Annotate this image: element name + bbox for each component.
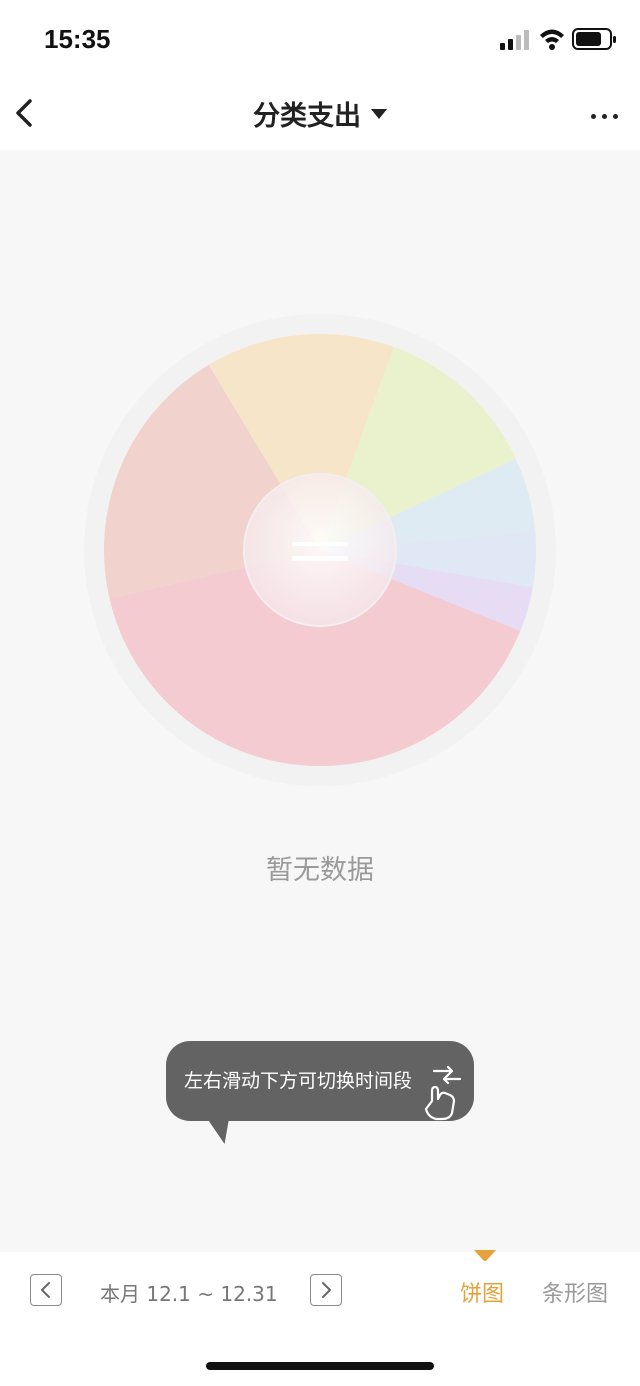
page-title[interactable]: 分类支出 bbox=[253, 94, 361, 133]
period-label[interactable]: 本月 12.1 ~ 12.31 bbox=[100, 1278, 278, 1307]
signal-icon bbox=[500, 30, 529, 50]
placeholder-pie-chart bbox=[80, 310, 560, 790]
battery-icon bbox=[572, 28, 616, 50]
more-horizontal-icon[interactable] bbox=[588, 104, 622, 119]
back-icon[interactable] bbox=[12, 98, 36, 128]
active-tab-indicator-icon bbox=[474, 1250, 496, 1261]
nav-bar: 分类支出 bbox=[0, 76, 640, 150]
caret-down-icon[interactable] bbox=[371, 108, 387, 119]
nav-title-group: 分类支出 bbox=[0, 94, 640, 133]
swipe-hint-text: 左右滑动下方可切换时间段 bbox=[184, 1070, 413, 1092]
status-bar: 15:35 bbox=[0, 0, 640, 76]
swipe-hint-tooltip: 左右滑动下方可切换时间段 bbox=[166, 1041, 474, 1121]
home-indicator bbox=[206, 1362, 434, 1370]
main-content: 暂无数据 左右滑动下方可切换时间段 bbox=[0, 150, 640, 1252]
status-time: 15:35 bbox=[44, 24, 111, 54]
next-period-button[interactable] bbox=[310, 1274, 342, 1306]
wifi-icon bbox=[540, 29, 564, 50]
bottom-bar: 本月 12.1 ~ 12.31 饼图 条形图 bbox=[0, 1250, 640, 1386]
tab-bar-chart[interactable]: 条形图 bbox=[542, 1276, 608, 1308]
placeholder-pie-svg bbox=[84, 314, 556, 786]
tab-pie-chart[interactable]: 饼图 bbox=[460, 1276, 504, 1308]
placeholder-dash-top bbox=[292, 542, 348, 546]
prev-period-button[interactable] bbox=[30, 1274, 62, 1306]
placeholder-dash-bottom bbox=[292, 556, 348, 561]
chevron-left-icon bbox=[41, 1282, 50, 1298]
chevron-right-icon bbox=[322, 1282, 331, 1298]
pie-center-hub bbox=[243, 473, 397, 627]
swipe-hand-icon bbox=[424, 1065, 462, 1121]
empty-state-text: 暂无数据 bbox=[266, 855, 374, 886]
